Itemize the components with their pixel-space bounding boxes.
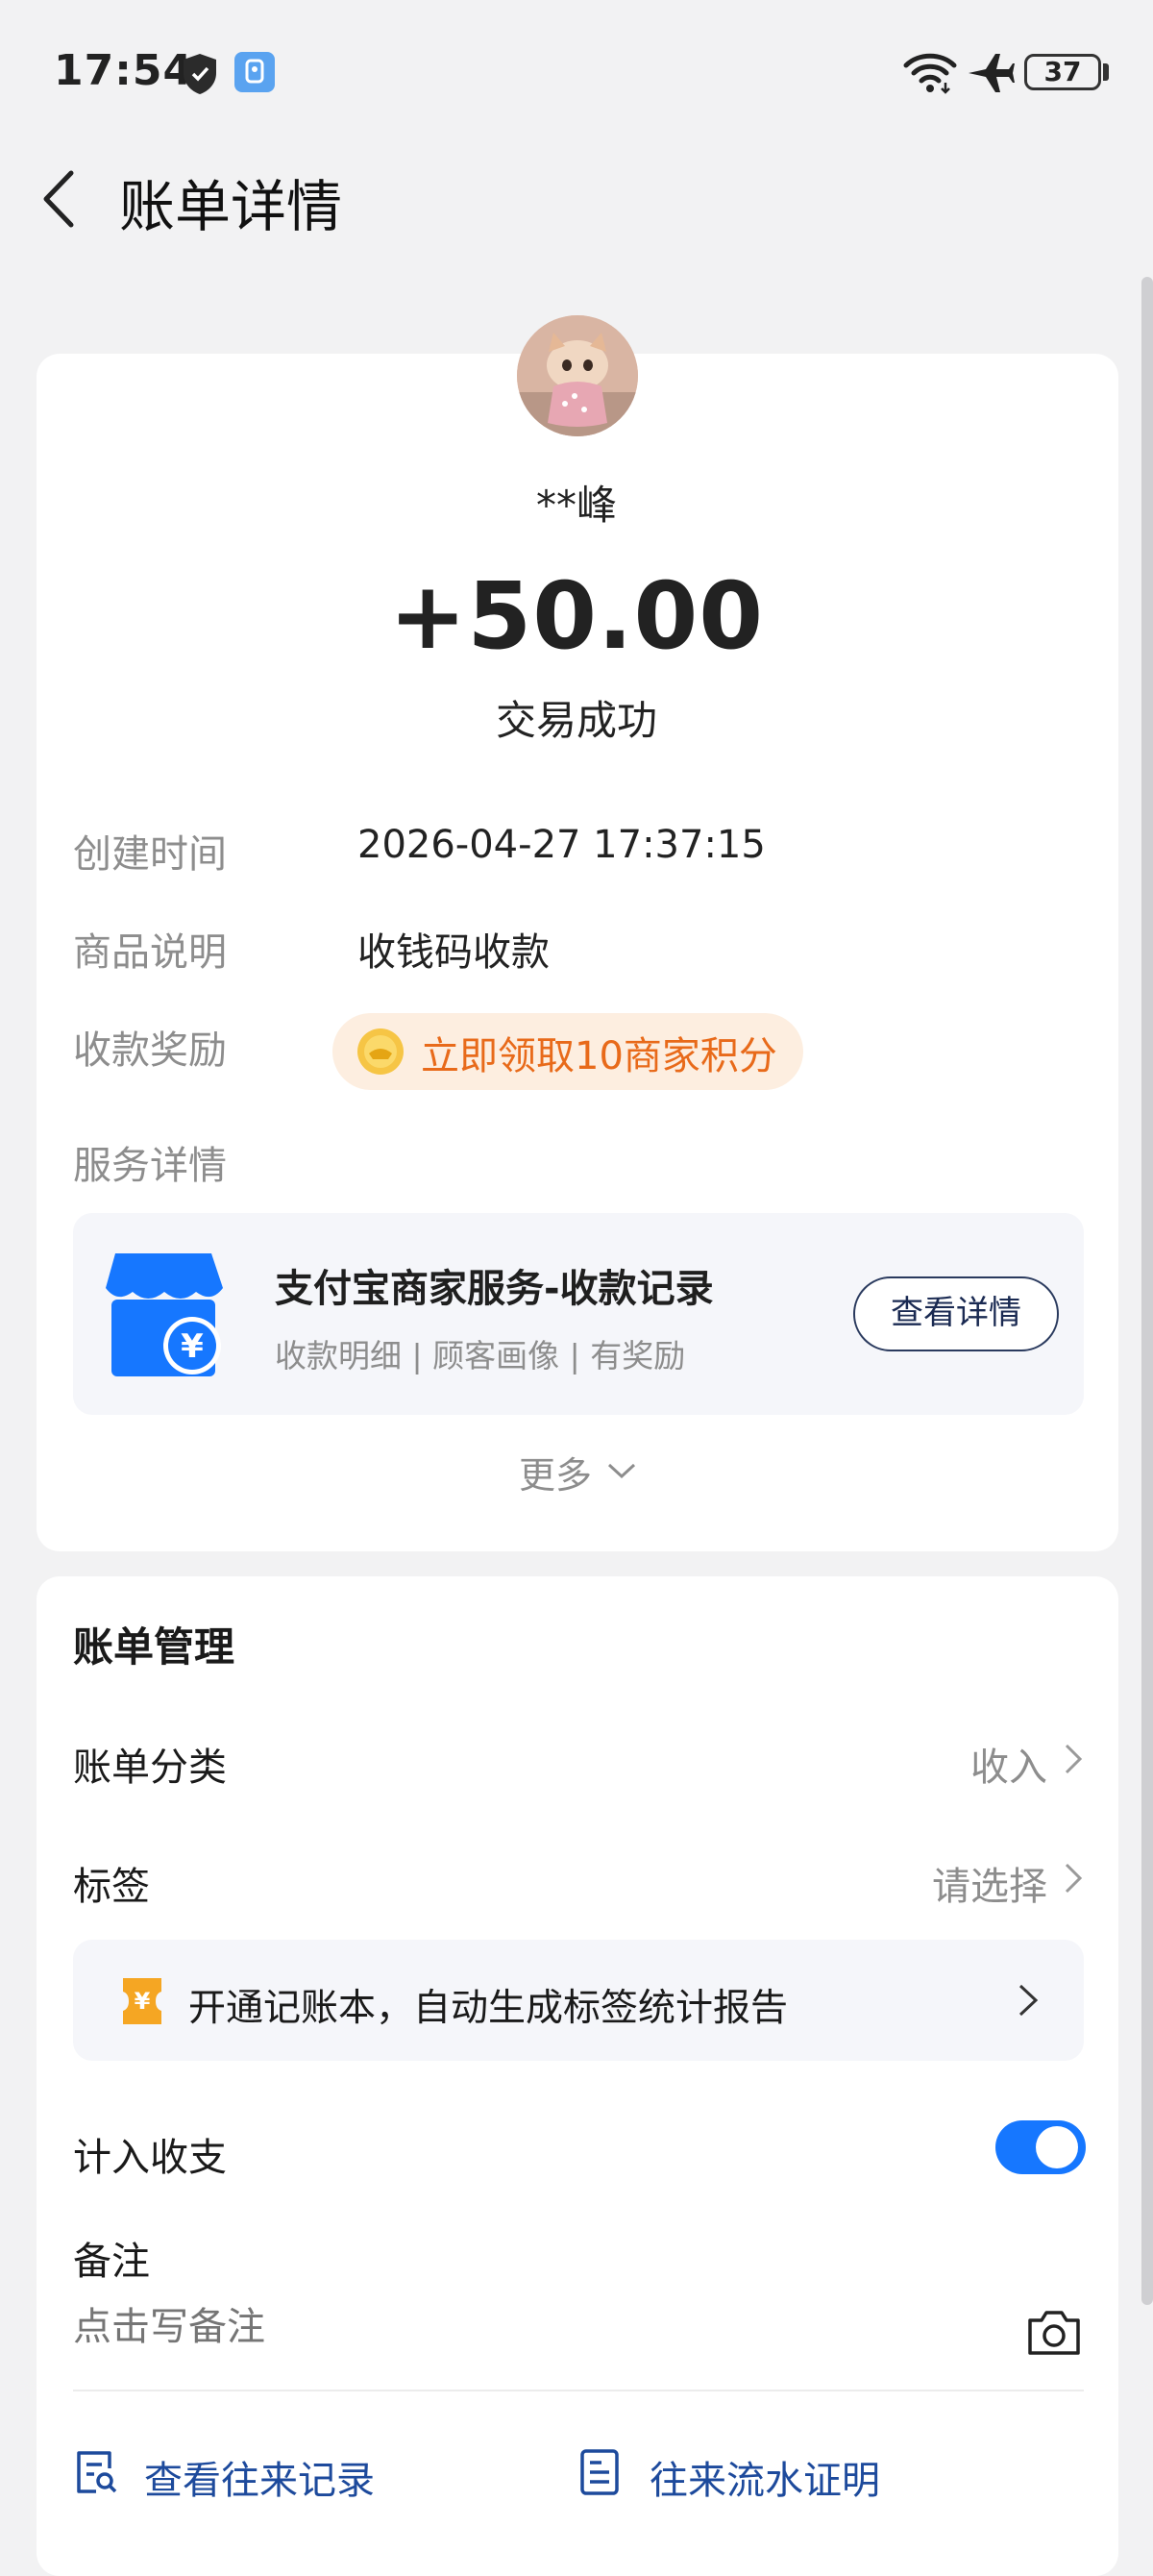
reward-text[interactable]: 立即领取10商家积分 <box>421 1025 777 1080</box>
ticket-icon: ¥ <box>123 1978 161 2024</box>
view-history-link[interactable]: 查看往来记录 <box>144 2449 375 2505</box>
shop-icon: ¥ <box>106 1253 223 1376</box>
product-desc-label: 商品说明 <box>73 930 227 975</box>
amount: +50.00 <box>388 562 765 670</box>
shield-icon <box>184 54 216 94</box>
battery-icon: 37 <box>1024 54 1101 90</box>
service-subtitle: 收款明细 | 顾客画像 | 有奖励 <box>275 1337 686 1375</box>
chevron-down-icon[interactable] <box>605 1459 638 1482</box>
service-title: 支付宝商家服务-收款记录 <box>275 1267 714 1311</box>
svg-text:¥: ¥ <box>181 1327 204 1366</box>
camera-icon[interactable] <box>1026 2307 1082 2357</box>
bill-management-title: 账单管理 <box>73 1623 235 1671</box>
airplane-mode-icon <box>969 54 1015 92</box>
created-time-label: 创建时间 <box>73 832 227 877</box>
include-stats-label: 计入收支 <box>73 2136 227 2180</box>
record-search-icon[interactable] <box>73 2447 119 2497</box>
svg-text:¥: ¥ <box>135 1988 151 2015</box>
bill-management-card <box>37 1576 1118 2576</box>
service-detail-label: 服务详情 <box>73 1144 227 1188</box>
app-status-icon <box>234 52 275 92</box>
remark-label: 备注 <box>73 2240 150 2284</box>
statement-doc-icon[interactable] <box>576 2447 623 2497</box>
reward-label: 收款奖励 <box>73 1028 227 1073</box>
coin-icon <box>357 1028 404 1075</box>
toggle-knob[interactable] <box>1036 2126 1078 2168</box>
wifi-icon <box>903 53 957 94</box>
status-time: 17:54 <box>54 46 194 95</box>
divider <box>73 2390 1084 2391</box>
view-details-button[interactable]: 查看详情 <box>853 1276 1059 1351</box>
back-icon[interactable] <box>37 165 85 233</box>
statement-proof-link[interactable]: 往来流水证明 <box>650 2449 880 2505</box>
promo-text: 开通记账本，自动生成标签统计报告 <box>188 1987 789 2030</box>
tag-value[interactable]: 请选择 <box>932 1855 1047 1911</box>
bill-category-value[interactable]: 收入 <box>970 1736 1047 1792</box>
tag-label: 标签 <box>73 1865 150 1909</box>
avatar[interactable] <box>517 315 638 436</box>
chevron-right-icon[interactable] <box>1063 1742 1084 1776</box>
payer-name: **峰 <box>535 482 617 529</box>
bill-category-label: 账单分类 <box>73 1746 227 1790</box>
battery-tip <box>1103 63 1109 81</box>
created-time-value: 2026-04-27 17:37:15 <box>357 823 766 867</box>
remark-input[interactable] <box>73 2305 938 2349</box>
page-title: 账单详情 <box>119 174 343 239</box>
more-button[interactable]: 更多 <box>519 1446 592 1499</box>
product-desc-value: 收钱码收款 <box>357 930 550 975</box>
trade-status: 交易成功 <box>495 697 657 744</box>
chevron-right-icon[interactable] <box>1017 1982 1040 2019</box>
chevron-right-icon[interactable] <box>1063 1861 1084 1895</box>
